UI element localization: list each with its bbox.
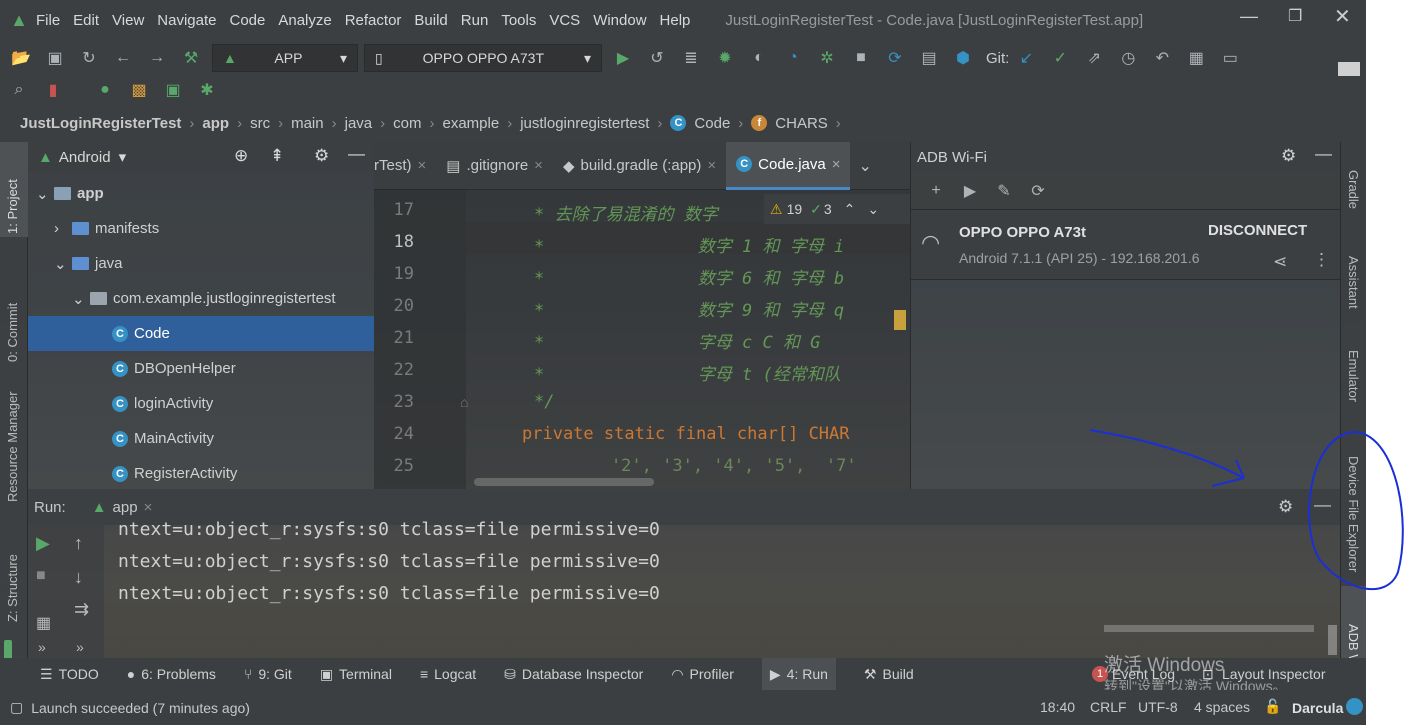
annotation-overlay <box>1089 429 1404 590</box>
annotation-arrow <box>1089 429 1245 487</box>
annotation-circle <box>1308 430 1404 590</box>
